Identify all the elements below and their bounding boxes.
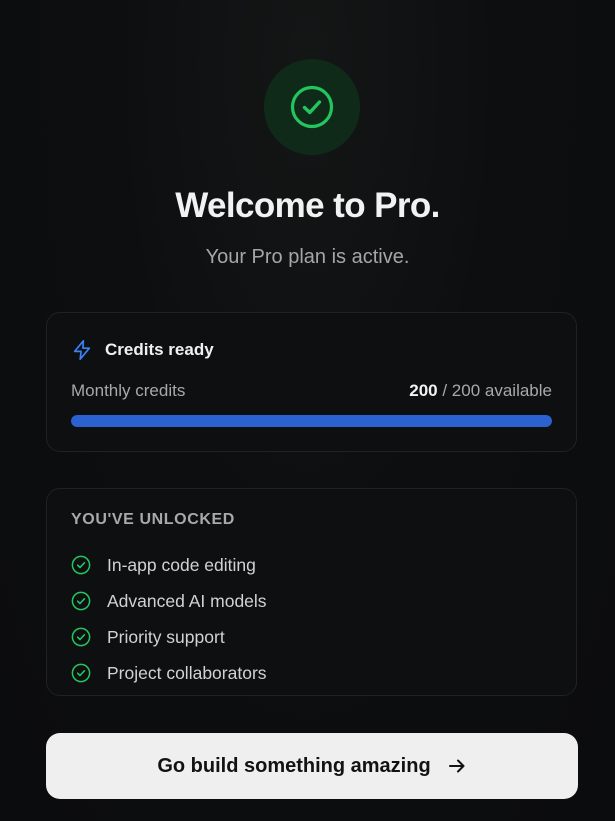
feature-list: In-app code editing Advanced AI models P… [71, 547, 267, 691]
credits-title: Credits ready [105, 340, 214, 359]
feature-label: In-app code editing [107, 554, 256, 575]
lightning-bolt-icon [73, 340, 91, 360]
credits-progress-fill [71, 415, 552, 427]
check-circle-icon [71, 663, 91, 683]
welcome-pro-page: Welcome to Pro. Your Pro plan is active.… [0, 0, 615, 821]
unlocked-features-card: YOU'VE UNLOCKED In-app code editing Adva… [46, 488, 577, 696]
page-title: Welcome to Pro. [175, 186, 440, 225]
feature-item: Project collaborators [71, 655, 267, 691]
go-build-button-label: Go build something amazing [157, 754, 431, 777]
check-circle-icon [71, 591, 91, 611]
check-circle-icon [71, 555, 91, 575]
page-subtitle: Your Pro plan is active. [205, 246, 410, 268]
success-badge [264, 59, 360, 155]
credits-count: 200 / 200 available [409, 381, 552, 401]
feature-item: Priority support [71, 619, 267, 655]
feature-item: In-app code editing [71, 547, 267, 583]
feature-label: Project collaborators [107, 662, 267, 683]
check-circle-icon [290, 85, 334, 129]
credits-suffix: / 200 available [442, 381, 552, 400]
unlocked-heading: YOU'VE UNLOCKED [71, 511, 235, 528]
credits-card: Credits ready Monthly credits 200 / 200 … [46, 312, 577, 452]
feature-label: Advanced AI models [107, 590, 267, 611]
credits-current: 200 [409, 381, 438, 400]
feature-label: Priority support [107, 626, 225, 647]
check-circle-icon [71, 627, 91, 647]
credits-label: Monthly credits [71, 381, 186, 400]
credits-header: Credits ready [71, 339, 214, 361]
credits-row: Monthly credits 200 / 200 available [71, 381, 552, 401]
go-build-button[interactable]: Go build something amazing [46, 733, 578, 799]
feature-item: Advanced AI models [71, 583, 267, 619]
arrow-right-icon [448, 759, 465, 773]
credits-progress-bar [71, 415, 552, 427]
